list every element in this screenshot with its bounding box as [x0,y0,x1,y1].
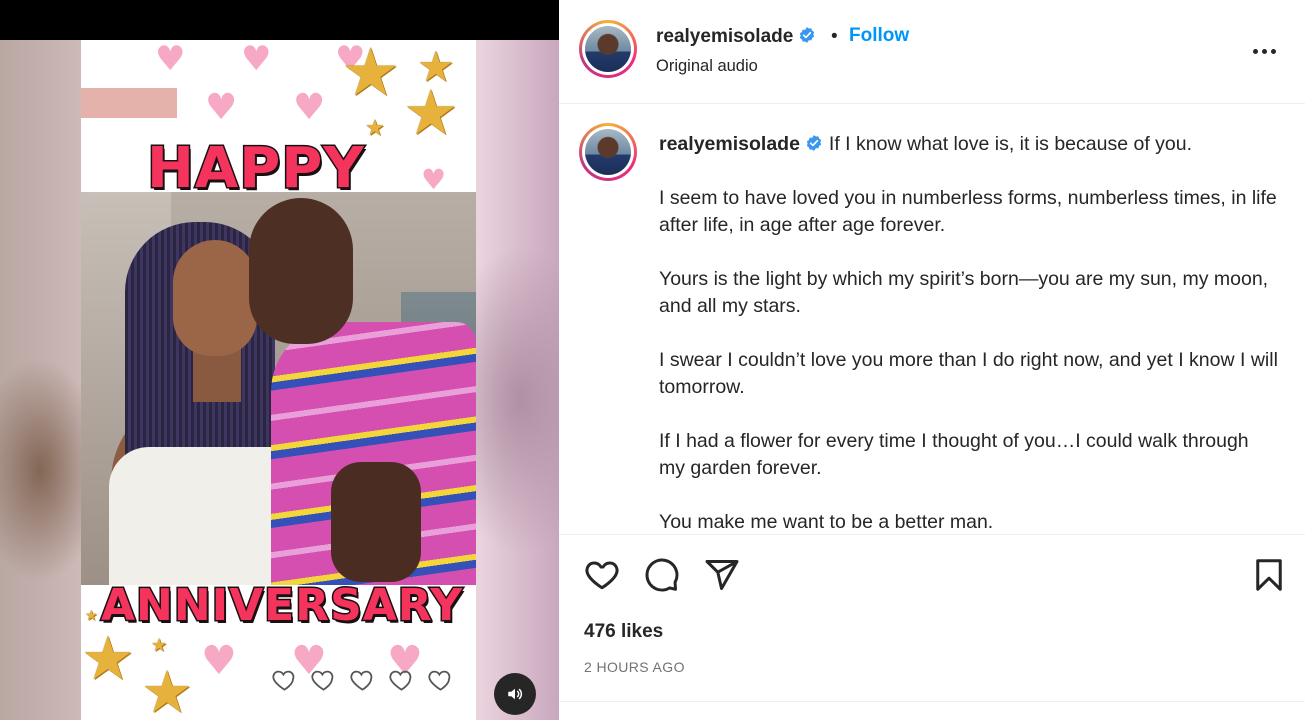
author-username[interactable]: realyemisolade [656,26,793,47]
caption-section[interactable]: realyemisolade If I know what love is, i… [559,105,1305,534]
follow-button[interactable]: Follow [849,25,909,47]
bookmark-icon [1256,559,1282,591]
post-side-panel: realyemisolade • Follow Original audio r… [559,0,1305,720]
post-actions: 476 likes 2 HOURS AGO [559,534,1305,720]
divider [559,701,1305,702]
original-audio-link[interactable]: Original audio [656,57,758,76]
pink-heart-icon: ♥ [205,87,238,128]
post-header: realyemisolade • Follow Original audio [559,0,1305,104]
decorative-tape [81,88,177,118]
outlined-hearts-row [271,666,454,693]
comment-button[interactable] [644,557,680,598]
gold-star-icon: ★ [365,116,385,141]
send-icon [705,560,739,590]
more-options-icon [1253,48,1258,54]
caption-line: If I know what love is, it is because of… [828,133,1193,155]
caption-paragraph: I seem to have loved you in numberless f… [659,187,1277,236]
caption-paragraph: Yours is the light by which my spirit’s … [659,268,1269,317]
comment-icon [645,558,679,592]
pink-heart-icon: ♥ [421,163,447,196]
verified-badge-icon [800,27,815,43]
more-options-button[interactable] [1253,40,1283,62]
caption-username[interactable]: realyemisolade [659,133,800,155]
likes-count[interactable]: 476 likes [584,621,663,643]
share-button[interactable] [704,557,740,598]
outline-heart-icon [311,670,334,691]
verified-badge-icon [806,135,822,151]
like-button[interactable] [584,557,620,598]
author-avatar[interactable] [579,20,637,78]
outline-heart-icon [272,670,295,691]
caption-text: realyemisolade If I know what love is, i… [659,131,1279,534]
caption-paragraph: I swear I couldn’t love you more than I … [659,349,1278,398]
heart-icon [585,561,619,590]
pink-heart-icon: ♥ [201,638,237,684]
outline-heart-icon [389,670,412,691]
gold-star-icon: ★ [85,608,98,624]
pink-heart-icon: ♥ [293,87,326,128]
gold-star-icon: ★ [341,40,401,111]
outline-heart-icon [428,670,451,691]
caption-paragraph: If I had a flower for every time I thoug… [659,430,1249,479]
poster-happy-text: HAPPY [146,135,366,203]
speaker-icon [508,688,523,700]
outline-heart-icon [350,670,373,691]
caption-paragraph: You make me want to be a better man. [659,511,994,533]
gold-star-icon: ★ [141,658,193,720]
pink-heart-icon: ♥ [241,40,272,79]
avatar-image [585,26,631,72]
author-username-link[interactable]: realyemisolade [656,26,816,48]
separator-dot: • [831,26,838,47]
caption-paragraph: realyemisolade If I know what love is, i… [659,131,1279,158]
save-button[interactable] [1251,557,1287,598]
pink-heart-icon: ♥ [155,40,186,79]
couple-photo [81,192,476,585]
poster-anniversary-text: ANNIVERSARY [99,579,464,633]
avatar-image [585,129,631,175]
post-timestamp[interactable]: 2 HOURS AGO [584,659,685,675]
volume-toggle-button[interactable] [494,673,536,715]
anniversary-poster: ♥ ♥ ♥ ♥ ♥ ♥ ★ ★ ★ ★ ♥ ♥ ♥ ★ ★ ★ ★ HAPPY … [81,40,476,720]
gold-star-icon: ★ [81,624,135,694]
gold-star-icon: ★ [151,635,168,656]
caption-author-avatar[interactable] [579,123,637,181]
gold-star-icon: ★ [403,76,459,149]
reel-media[interactable]: ♥ ♥ ♥ ♥ ♥ ♥ ★ ★ ★ ★ ♥ ♥ ♥ ★ ★ ★ ★ HAPPY … [0,0,559,720]
